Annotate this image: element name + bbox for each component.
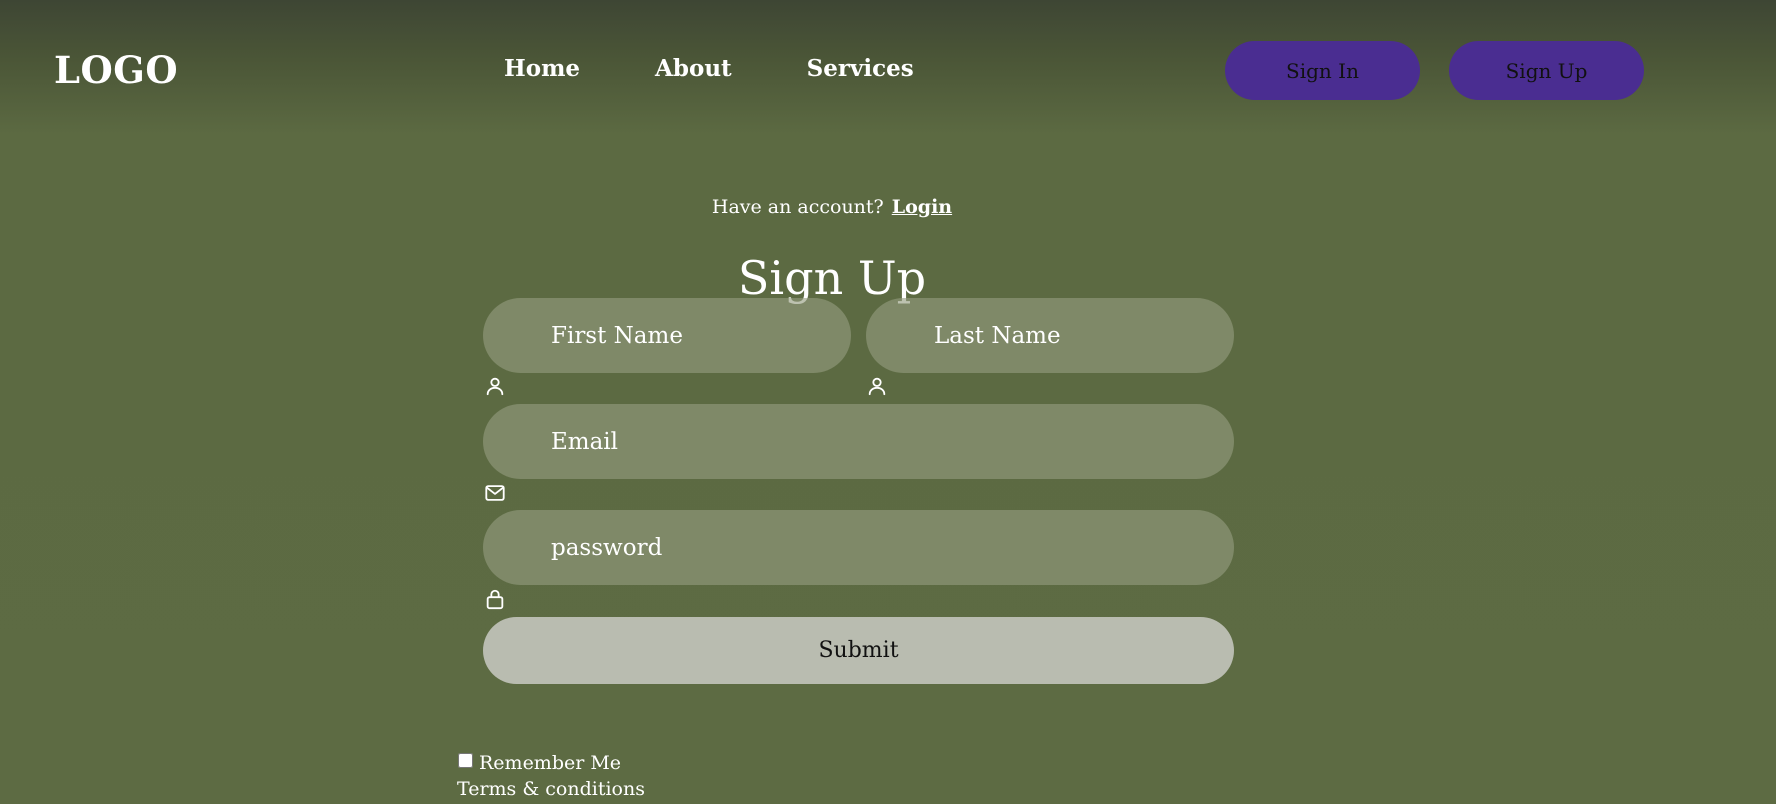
remember-me-checkbox[interactable] [458, 752, 473, 768]
login-link[interactable]: Login [892, 196, 952, 218]
nav-services-link[interactable]: Services [807, 52, 914, 86]
form-title: Sign Up [737, 251, 927, 305]
user-icon [484, 375, 506, 397]
sign-in-button[interactable]: Sign In [1225, 41, 1420, 100]
have-account-text: Have an account? [711, 196, 884, 218]
lock-icon [484, 588, 506, 610]
main-nav: Home About Services [504, 52, 914, 86]
terms-link[interactable]: Terms & conditions [457, 777, 645, 801]
first-name-input[interactable] [483, 298, 851, 373]
user-icon [866, 375, 888, 397]
submit-button[interactable]: Submit [483, 617, 1234, 684]
envelope-icon [484, 482, 506, 504]
last-name-input[interactable] [866, 298, 1234, 373]
have-account-row: Have an account? Login [0, 194, 1664, 220]
nav-about-link[interactable]: About [655, 52, 732, 86]
logo[interactable]: LOGO [54, 46, 178, 94]
sign-up-button[interactable]: Sign Up [1449, 41, 1644, 100]
email-input[interactable] [483, 404, 1234, 479]
nav-home-link[interactable]: Home [504, 52, 580, 86]
remember-me[interactable]: Remember Me [457, 751, 621, 775]
remember-me-label: Remember Me [479, 752, 622, 774]
password-input[interactable] [483, 510, 1234, 585]
